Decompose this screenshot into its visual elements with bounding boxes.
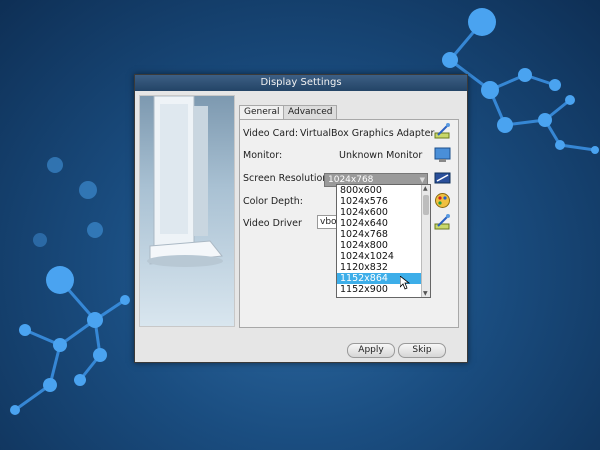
resolution-icon[interactable]	[434, 170, 451, 187]
resolution-label: Screen Resolution:	[243, 173, 332, 184]
skip-button[interactable]: Skip	[398, 343, 446, 358]
resolution-option[interactable]: 1152x900	[337, 284, 430, 295]
resolution-option[interactable]: 1024x600	[337, 207, 430, 218]
resolution-option[interactable]: 1024x768	[337, 229, 430, 240]
video-driver-label: Video Driver	[243, 218, 302, 229]
resolution-dropdown-list[interactable]: 800x600 1024x576 1024x600 1024x640 1024x…	[336, 184, 431, 298]
resolution-option-highlighted[interactable]: 1152x864	[337, 273, 430, 284]
color-depth-label: Color Depth:	[243, 196, 303, 207]
resolution-option[interactable]: 1024x1024	[337, 251, 430, 262]
resolution-option[interactable]: 1024x800	[337, 240, 430, 251]
tab-general[interactable]: General	[239, 105, 285, 120]
scrollbar-thumb[interactable]	[423, 195, 429, 215]
resolution-option[interactable]: 1120x832	[337, 262, 430, 273]
color-palette-icon[interactable]	[434, 192, 451, 209]
apply-button[interactable]: Apply	[347, 343, 395, 358]
monitor-icon[interactable]	[434, 146, 451, 163]
monitor-value: Unknown Monitor	[339, 150, 423, 161]
resolution-option[interactable]: 1024x640	[337, 218, 430, 229]
monitor-label: Monitor:	[243, 150, 283, 161]
resolution-option[interactable]: 1024x576	[337, 196, 430, 207]
scroll-down-icon[interactable]: ▼	[423, 290, 428, 297]
video-driver-icon[interactable]	[434, 214, 451, 231]
monitor-illustration	[139, 95, 235, 327]
mouse-pointer-icon	[400, 276, 410, 290]
video-card-icon[interactable]	[434, 123, 451, 140]
resolution-option[interactable]: 800x600	[337, 185, 430, 196]
dropdown-scrollbar[interactable]: ▲ ▼	[421, 185, 430, 297]
video-card-label: Video Card:	[243, 128, 299, 139]
window-title[interactable]: Display Settings	[135, 75, 467, 91]
tab-advanced[interactable]: Advanced	[283, 105, 337, 119]
scroll-up-icon[interactable]: ▲	[423, 185, 428, 192]
video-card-value: VirtualBox Graphics Adapter	[300, 128, 435, 139]
